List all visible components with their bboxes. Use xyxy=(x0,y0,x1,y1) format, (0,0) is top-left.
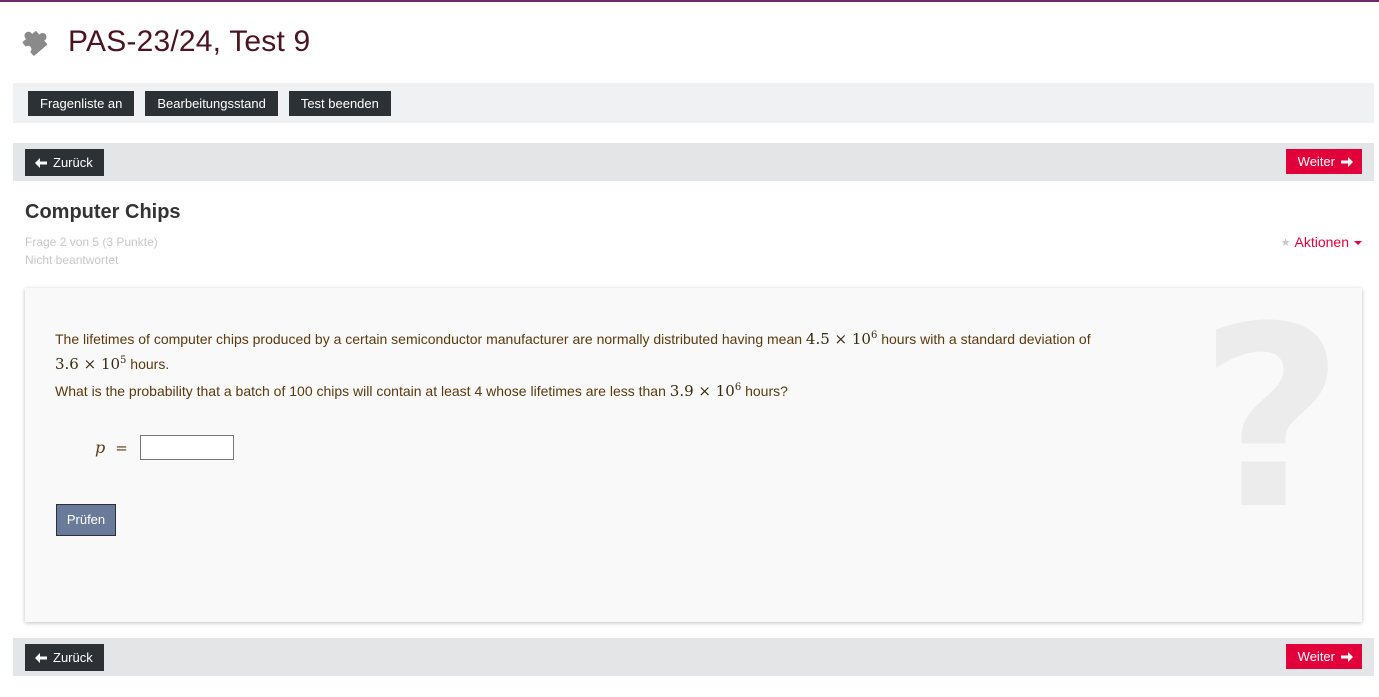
question-list-button[interactable]: Fragenliste an xyxy=(28,90,135,116)
next-button[interactable]: Weiter xyxy=(1285,644,1362,669)
mean-base: 4.5 × 10 xyxy=(805,330,871,348)
caret-down-icon xyxy=(1354,241,1362,245)
finish-test-button[interactable]: Test beenden xyxy=(288,90,391,116)
test-toolbar: Fragenliste an Bearbeitungsstand Test be… xyxy=(13,83,1374,123)
text-segment: The lifetimes of computer chips produced… xyxy=(55,331,806,347)
actions-dropdown[interactable]: ★ Aktionen xyxy=(1281,234,1362,250)
answer-input[interactable] xyxy=(139,435,234,460)
question-title: Computer Chips xyxy=(25,201,181,223)
back-button[interactable]: Zurück xyxy=(25,644,104,671)
question-text-1: The lifetimes of computer chips produced… xyxy=(55,325,1165,375)
question-box: ? The lifetimes of computer chips produc… xyxy=(25,288,1362,622)
page-header: PAS-23/24, Test 9 xyxy=(18,22,310,62)
equals-sign: = xyxy=(115,438,128,457)
limit-value: 3.9 × 106 xyxy=(670,382,741,400)
actions-label: Aktionen xyxy=(1294,234,1349,250)
back-label: Zurück xyxy=(53,650,93,665)
top-accent-bar xyxy=(0,0,1379,2)
star-icon[interactable]: ★ xyxy=(1281,236,1291,249)
next-button[interactable]: Weiter xyxy=(1285,149,1362,174)
text-segment: hours. xyxy=(126,356,170,372)
page-title: PAS-23/24, Test 9 xyxy=(68,25,311,58)
question-text-2: What is the probability that a batch of … xyxy=(55,377,1165,402)
question-meta: Frage 2 von 5 (3 Punkte) Nicht beantwort… xyxy=(25,233,158,269)
question-nav-top: Zurück Weiter xyxy=(13,143,1374,181)
text-segment: What is the probability that a batch of … xyxy=(55,383,670,399)
arrow-left-icon xyxy=(35,652,47,663)
arrow-right-icon xyxy=(1341,651,1353,662)
text-segment: hours with a standard deviation of xyxy=(877,331,1091,347)
question-nav-bottom: Zurück Weiter xyxy=(13,638,1374,676)
arrow-right-icon xyxy=(1341,156,1353,167)
question-status: Nicht beantwortet xyxy=(25,253,119,267)
back-label: Zurück xyxy=(53,155,93,170)
check-button[interactable]: Prüfen xyxy=(56,504,116,536)
progress-button[interactable]: Bearbeitungsstand xyxy=(145,90,278,116)
mean-value: 4.5 × 106 xyxy=(806,330,877,348)
question-position: Frage 2 von 5 (3 Punkte) xyxy=(25,235,158,249)
back-button[interactable]: Zurück xyxy=(25,149,104,176)
text-segment: hours? xyxy=(741,383,788,399)
sd-value: 3.6 × 105 xyxy=(55,355,126,373)
answer-variable: p xyxy=(95,438,106,457)
sd-base: 3.6 × 10 xyxy=(55,355,121,373)
arrow-left-icon xyxy=(35,157,47,168)
answer-row: p = xyxy=(95,435,234,460)
limit-base: 3.9 × 10 xyxy=(669,382,735,400)
question-mark-icon: ? xyxy=(1198,288,1344,564)
next-label: Weiter xyxy=(1297,649,1335,664)
next-label: Weiter xyxy=(1297,154,1335,169)
puzzle-icon xyxy=(22,31,48,56)
